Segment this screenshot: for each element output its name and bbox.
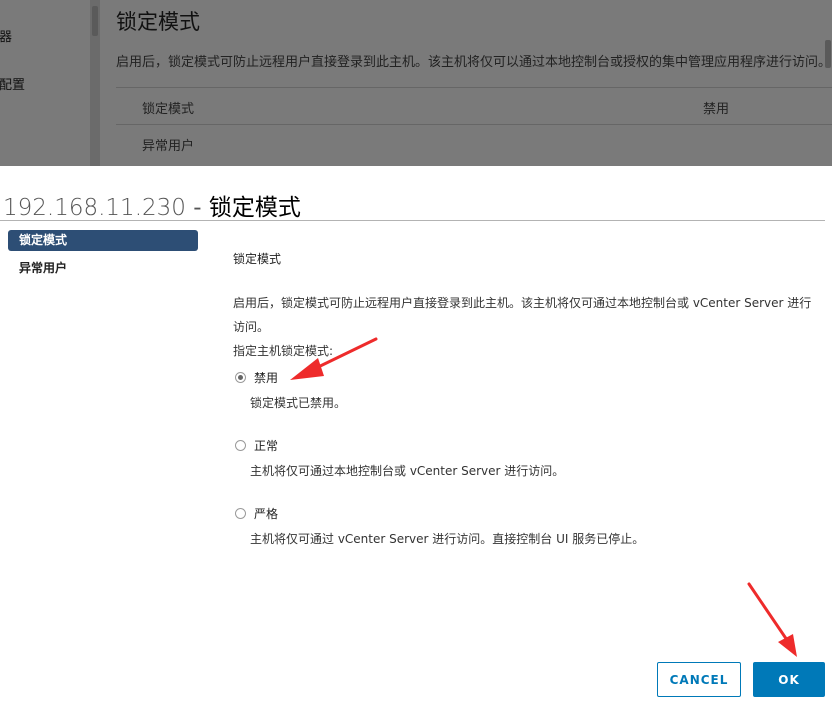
option-normal: 正常 主机将仅可通过本地控制台或 vCenter Server 进行访问。 <box>233 431 823 487</box>
dialog-content: 锁定模式 启用后，锁定模式可防止远程用户直接登录到此主机。该主机将仅可通过本地控… <box>233 250 823 555</box>
radio-row-disabled[interactable]: 禁用 <box>233 363 823 391</box>
background-table: 锁定模式 禁用 异常用户 <box>116 87 832 161</box>
section-description: 启用后，锁定模式可防止远程用户直接登录到此主机。该主机将仅可通过本地控制台或 v… <box>233 296 812 334</box>
section-title: 锁定模式 <box>233 252 282 266</box>
ok-button[interactable]: OK <box>753 662 825 697</box>
background-description: 启用后，锁定模式可防止远程用户直接登录到此主机。该主机将仅可以通过本地控制台或授… <box>116 55 832 70</box>
option-disabled: 禁用 锁定模式已禁用。 <box>233 363 823 419</box>
dialog-title-host: 192.168.11.230 <box>3 195 186 221</box>
dialog-title: 192.168.11.230 - 锁定模式 <box>3 188 301 222</box>
table-row: 锁定模式 禁用 <box>116 88 832 125</box>
radio-row-normal[interactable]: 正常 <box>233 431 823 459</box>
row-value: 禁用 <box>703 102 730 117</box>
radio-label-disabled[interactable]: 禁用 <box>254 369 278 386</box>
sidebar-item-exception-users[interactable]: 异常用户 <box>8 258 198 279</box>
radio-label-strict[interactable]: 严格 <box>254 505 278 522</box>
radio-label-normal[interactable]: 正常 <box>254 437 278 454</box>
table-row: 异常用户 <box>116 125 832 161</box>
row-key: 异常用户 <box>142 139 195 154</box>
background-page-title: 锁定模式 <box>116 10 200 34</box>
option-desc-strict: 主机将仅可通过 vCenter Server 进行访问。直接控制台 UI 服务已… <box>250 532 645 546</box>
dialog-title-separator: - <box>185 195 209 221</box>
sidebar-item-lockdown-mode[interactable]: 锁定模式 <box>8 230 198 251</box>
background-page: 配器 各 牛配置 点 器 锁定模式 启用后，锁定模式可防止远程用户直接登录到此主… <box>0 0 832 166</box>
radio-normal[interactable] <box>235 439 246 451</box>
option-desc-disabled: 锁定模式已禁用。 <box>250 396 347 410</box>
cancel-button[interactable]: CANCEL <box>657 662 741 697</box>
title-divider <box>0 220 825 221</box>
scrollbar-thumb <box>92 6 98 36</box>
dialog-title-name: 锁定模式 <box>208 195 301 221</box>
background-nav: 配器 各 牛配置 点 器 <box>0 0 90 166</box>
radio-disabled[interactable] <box>235 371 246 383</box>
radio-strict[interactable] <box>235 507 246 519</box>
mode-prompt: 指定主机锁定模式: <box>233 344 334 358</box>
background-nav-item: 配器 <box>0 30 13 45</box>
background-nav-scrollbar <box>90 0 100 166</box>
option-strict: 严格 主机将仅可通过 vCenter Server 进行访问。直接控制台 UI … <box>233 499 823 555</box>
option-desc-normal: 主机将仅可通过本地控制台或 vCenter Server 进行访问。 <box>250 464 565 478</box>
lockdown-mode-dialog: 192.168.11.230 - 锁定模式 锁定模式 异常用户 锁定模式 启用后… <box>0 166 832 701</box>
background-nav-item: 牛配置 <box>0 78 26 93</box>
background-main-scrollbar <box>825 40 831 68</box>
radio-row-strict[interactable]: 严格 <box>233 499 823 527</box>
row-key: 锁定模式 <box>142 102 195 117</box>
dialog-sidebar: 锁定模式 异常用户 <box>8 230 198 286</box>
